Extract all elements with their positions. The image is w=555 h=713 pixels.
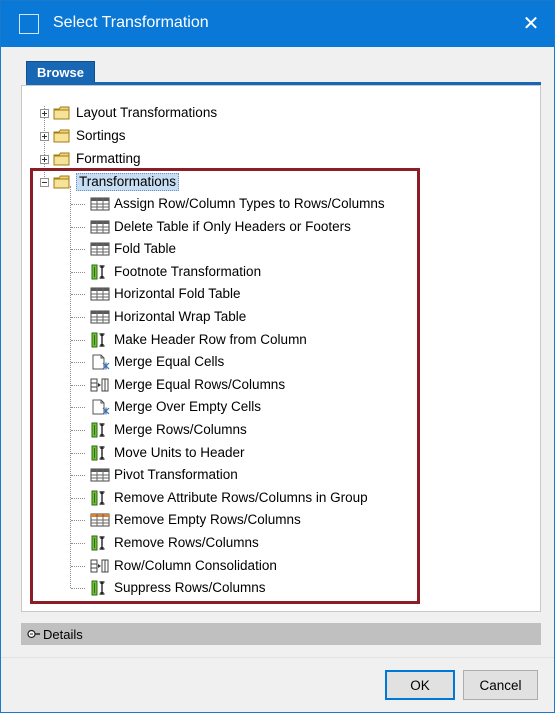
dialog-window: Select Transformation ✕ Browse Layout Tr…	[0, 0, 555, 713]
cancel-button[interactable]: Cancel	[463, 670, 538, 700]
window-title: Select Transformation	[53, 14, 209, 31]
tab-browse[interactable]: Browse	[26, 61, 95, 83]
details-label: Details	[43, 626, 83, 642]
tree-node-label: Formatting	[76, 151, 141, 166]
highlight-annotation-box	[30, 168, 420, 604]
folder-icon	[53, 106, 70, 120]
folder-icon	[53, 152, 70, 166]
ok-button[interactable]: OK	[385, 670, 455, 700]
tab-bar: Browse	[21, 59, 541, 85]
details-section-toggle[interactable]: Details	[21, 623, 541, 645]
app-icon	[19, 14, 39, 34]
close-button[interactable]: ✕	[508, 1, 554, 47]
collapse-toggle-icon	[27, 629, 40, 639]
expand-icon[interactable]	[40, 154, 49, 164]
tree-node-formatting[interactable]: Formatting	[40, 149, 141, 169]
tree-node-label: Layout Transformations	[76, 105, 218, 120]
expand-icon[interactable]	[40, 108, 49, 118]
title-bar[interactable]: Select Transformation ✕	[1, 1, 554, 47]
tree-node-layout-transformations[interactable]: Layout Transformations	[40, 103, 217, 123]
tree-node-sortings[interactable]: Sortings	[40, 126, 126, 146]
footer-divider	[1, 657, 554, 658]
folder-icon	[53, 129, 70, 143]
tree-panel[interactable]: Layout Transformations Sortings Formatting…	[21, 85, 541, 612]
tree-node-label: Sortings	[76, 128, 126, 143]
close-icon: ✕	[522, 13, 540, 35]
expand-icon[interactable]	[40, 131, 49, 141]
